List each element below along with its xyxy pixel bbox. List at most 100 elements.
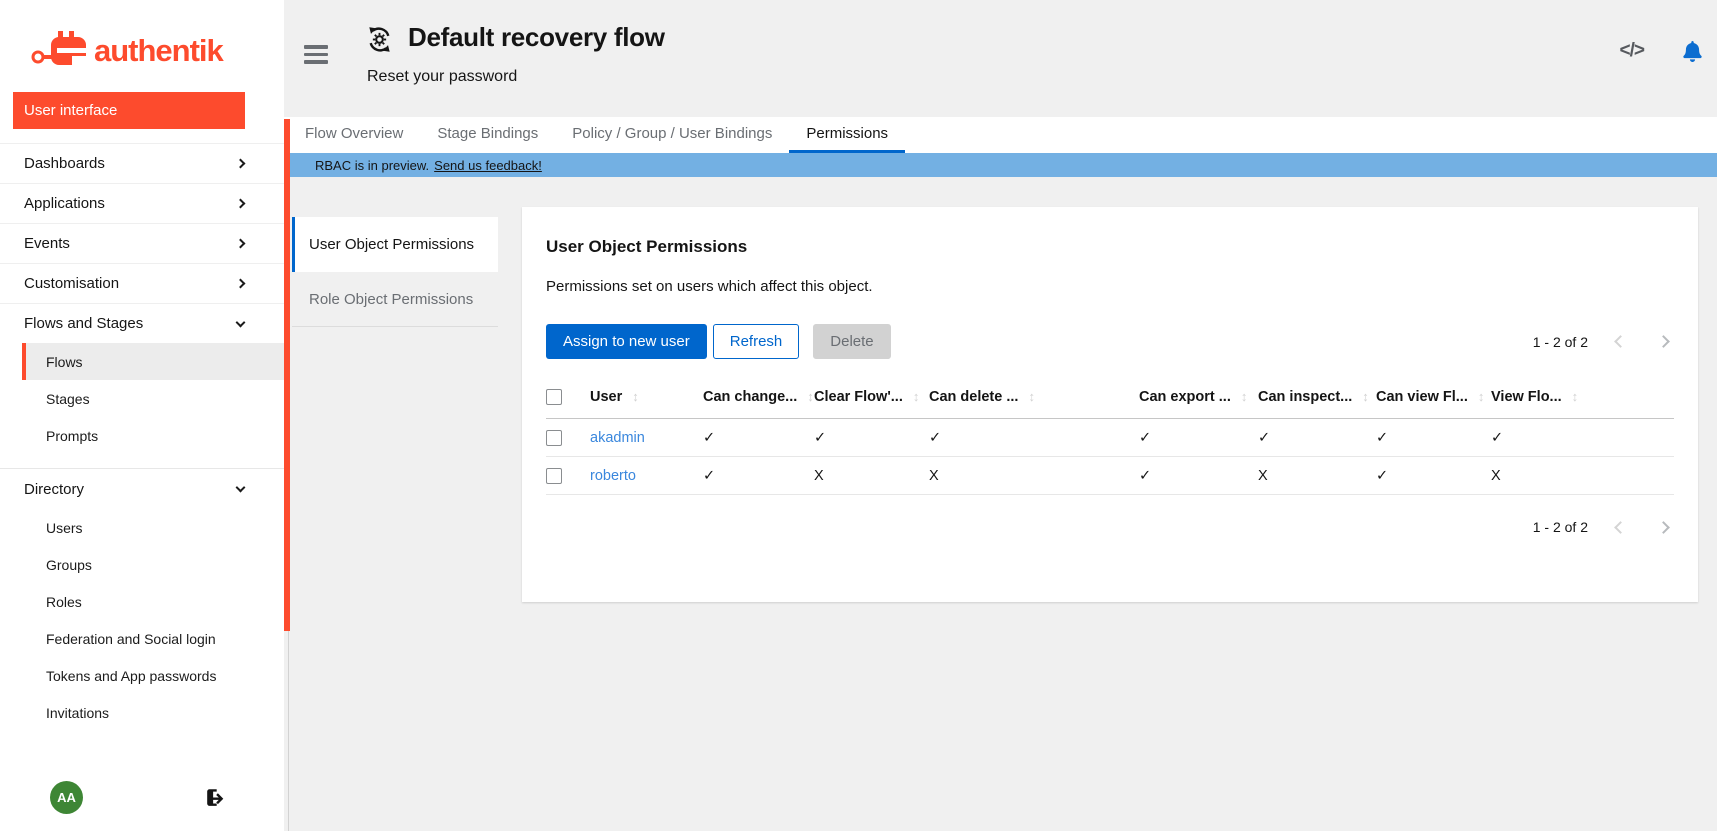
sort-icon[interactable]: ↕	[913, 389, 920, 404]
chevron-right-icon[interactable]	[1657, 521, 1670, 534]
sidebar-item-label: Applications	[24, 195, 105, 212]
permission-value: ✓	[1258, 419, 1376, 457]
toolbar: Assign to new user Refresh Delete 1 - 2 …	[546, 324, 1674, 359]
notifications-bell-icon[interactable]	[1682, 41, 1703, 62]
sidebar-item-prompts[interactable]: Prompts	[22, 417, 284, 454]
sidebar-item-label: Federation and Social login	[46, 631, 216, 647]
table-row: roberto ✓ X X ✓ X ✓ X	[546, 457, 1674, 495]
permission-value: X	[1491, 457, 1674, 495]
sidebar-item-federation[interactable]: Federation and Social login	[22, 620, 284, 657]
assign-to-new-user-button[interactable]: Assign to new user	[546, 324, 707, 359]
sidebar-item-invitations[interactable]: Invitations	[22, 694, 284, 731]
column-header-can-change: Can change...↕	[703, 377, 814, 419]
tab-flow-overview[interactable]: Flow Overview	[288, 117, 420, 153]
app-window: authentik User interface Dashboards Appl…	[0, 0, 1717, 831]
pagination-bottom: 1 - 2 of 2	[1533, 519, 1674, 535]
tab-stage-bindings[interactable]: Stage Bindings	[420, 117, 555, 153]
permission-value: ✓	[703, 457, 814, 495]
chevron-left-icon[interactable]	[1614, 335, 1627, 348]
sidebar-item-groups[interactable]: Groups	[22, 546, 284, 583]
sidebar-item-label: Stages	[46, 391, 90, 407]
sidebar-item-label: Flows and Stages	[24, 315, 143, 332]
permission-value: ✓	[1376, 419, 1491, 457]
sort-icon[interactable]: ↕	[632, 389, 639, 404]
permission-value: X	[929, 457, 1139, 495]
sort-icon[interactable]: ↕	[1241, 389, 1248, 404]
select-all-checkbox[interactable]	[546, 389, 562, 405]
sort-icon[interactable]: ↕	[807, 389, 814, 404]
sign-out-icon[interactable]	[206, 788, 225, 807]
user-link[interactable]: roberto	[590, 468, 636, 484]
permission-value: ✓	[929, 419, 1139, 457]
sidebar-item-customisation[interactable]: Customisation	[0, 263, 284, 303]
chevron-down-icon	[236, 317, 246, 327]
sidebar-item-stages[interactable]: Stages	[22, 380, 284, 417]
sidebar-item-user-interface[interactable]: User interface	[13, 92, 245, 129]
feedback-link[interactable]: Send us feedback!	[434, 158, 542, 173]
page-header: Default recovery flow Reset your passwor…	[284, 0, 1717, 117]
chevron-right-icon[interactable]	[1657, 335, 1670, 348]
row-checkbox[interactable]	[546, 468, 562, 484]
tab-bar: Flow Overview Stage Bindings Policy / Gr…	[284, 117, 1717, 153]
sidebar-item-flows[interactable]: Flows	[22, 343, 284, 380]
sidebar-item-users[interactable]: Users	[22, 509, 284, 546]
sidebar-item-directory[interactable]: Directory	[0, 469, 284, 509]
tab-policy-group-user-bindings[interactable]: Policy / Group / User Bindings	[555, 117, 789, 153]
card-title: User Object Permissions	[546, 237, 1674, 257]
chevron-right-icon	[236, 279, 246, 289]
table-header-row: User↕ Can change...↕ Clear Flow'...↕ Can…	[546, 377, 1674, 419]
sidebar-item-tokens[interactable]: Tokens and App passwords	[22, 657, 284, 694]
user-link[interactable]: akadmin	[590, 430, 645, 446]
sidebar: authentik User interface Dashboards Appl…	[0, 0, 284, 831]
sidebar-item-label: Events	[24, 235, 70, 252]
sort-icon[interactable]: ↕	[1478, 389, 1485, 404]
sidebar-item-flows-and-stages[interactable]: Flows and Stages	[0, 303, 284, 343]
sidebar-item-label: Users	[46, 520, 83, 536]
sidebar-item-label: Groups	[46, 557, 92, 573]
subtab-user-object-permissions[interactable]: User Object Permissions	[292, 217, 498, 272]
column-header-can-inspect: Can inspect...↕	[1258, 377, 1376, 419]
sidebar-item-dashboards[interactable]: Dashboards	[0, 143, 284, 183]
chevron-right-icon	[236, 199, 246, 209]
refresh-button[interactable]: Refresh	[713, 324, 800, 359]
menu-toggle-icon[interactable]	[304, 45, 328, 65]
flow-icon	[366, 26, 393, 53]
sidebar-item-label: Flows	[46, 354, 83, 370]
sidebar-item-label: Tokens and App passwords	[46, 668, 216, 684]
permissions-card: User Object Permissions Permissions set …	[522, 207, 1698, 602]
sort-icon[interactable]: ↕	[1362, 389, 1369, 404]
column-header-can-delete: Can delete ...↕	[929, 377, 1139, 419]
sidebar-item-events[interactable]: Events	[0, 223, 284, 263]
chevron-left-icon[interactable]	[1614, 521, 1627, 534]
api-code-icon[interactable]: </>	[1620, 40, 1644, 62]
permission-value: ✓	[703, 419, 814, 457]
sidebar-user-row: AA	[0, 781, 284, 817]
authentik-logo-icon	[30, 28, 88, 74]
sidebar-item-roles[interactable]: Roles	[22, 583, 284, 620]
content-area: User Object Permissions Role Object Perm…	[284, 177, 1717, 831]
pagination-label: 1 - 2 of 2	[1533, 334, 1588, 350]
row-checkbox[interactable]	[546, 430, 562, 446]
vertical-tabs: User Object Permissions Role Object Perm…	[292, 217, 498, 327]
preview-banner: RBAC is in preview. Send us feedback!	[284, 153, 1717, 177]
subtab-role-object-permissions[interactable]: Role Object Permissions	[292, 272, 498, 327]
sidebar-item-applications[interactable]: Applications	[0, 183, 284, 223]
permission-value: ✓	[1139, 419, 1258, 457]
chevron-right-icon	[236, 159, 246, 169]
permission-value: ✓	[814, 419, 929, 457]
sort-icon[interactable]: ↕	[1028, 389, 1035, 404]
sidebar-item-label: Prompts	[46, 428, 98, 444]
permission-value: ✓	[1491, 419, 1674, 457]
avatar[interactable]: AA	[50, 781, 83, 814]
permission-value: X	[814, 457, 929, 495]
delete-button[interactable]: Delete	[813, 324, 890, 359]
pagination-label: 1 - 2 of 2	[1533, 519, 1588, 535]
column-header-can-view: Can view Fl...↕	[1376, 377, 1491, 419]
sort-icon[interactable]: ↕	[1572, 389, 1579, 404]
chevron-down-icon	[236, 483, 246, 493]
sidebar-item-label: Customisation	[24, 275, 119, 292]
column-header-can-export: Can export ...↕	[1139, 377, 1258, 419]
page-title: Default recovery flow	[408, 22, 665, 53]
permission-value: ✓	[1139, 457, 1258, 495]
tab-permissions[interactable]: Permissions	[789, 117, 905, 153]
